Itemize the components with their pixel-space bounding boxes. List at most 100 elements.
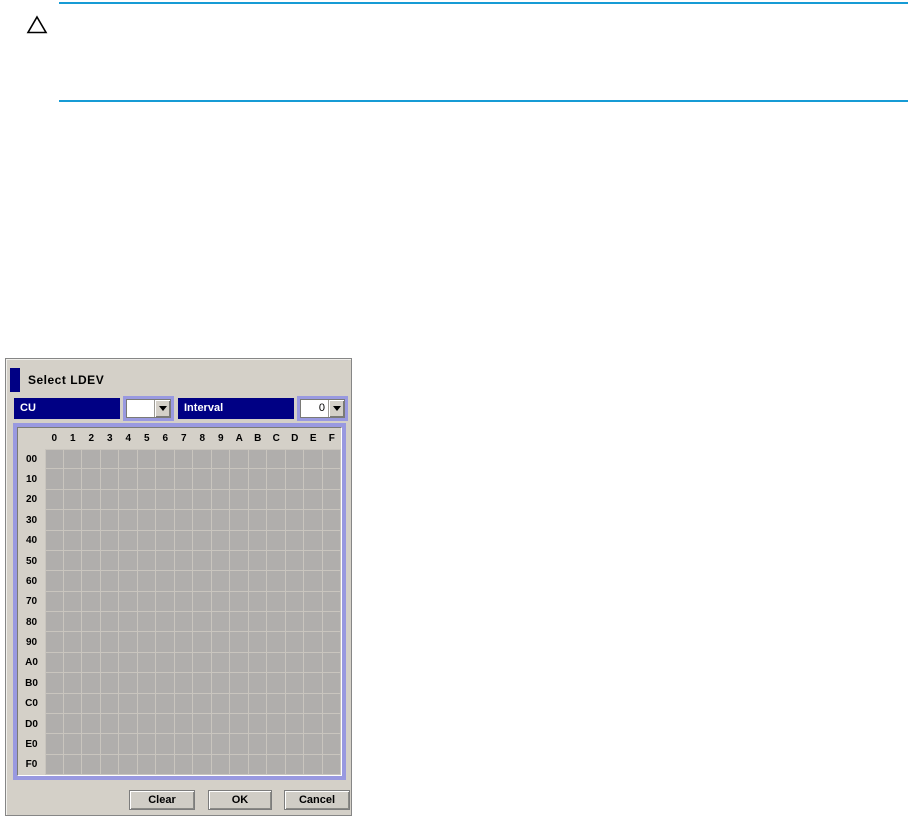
ldev-cell[interactable] <box>304 693 323 714</box>
ldev-cell[interactable] <box>211 612 230 633</box>
ldev-cell[interactable] <box>322 673 341 694</box>
ldev-cell[interactable] <box>174 734 193 755</box>
ldev-cell[interactable] <box>156 734 175 755</box>
ldev-cell[interactable] <box>193 510 212 531</box>
ldev-cell[interactable] <box>248 734 267 755</box>
ldev-cell[interactable] <box>82 754 101 775</box>
ldev-cell[interactable] <box>137 734 156 755</box>
ldev-cell[interactable] <box>100 754 119 775</box>
ldev-cell[interactable] <box>193 734 212 755</box>
ldev-cell[interactable] <box>63 612 82 633</box>
ldev-cell[interactable] <box>156 612 175 633</box>
ldev-cell[interactable] <box>156 510 175 531</box>
ldev-cell[interactable] <box>230 510 249 531</box>
ldev-cell[interactable] <box>304 571 323 592</box>
ldev-cell[interactable] <box>45 530 64 551</box>
ldev-cell[interactable] <box>156 489 175 511</box>
ldev-cell[interactable] <box>193 612 212 633</box>
ldev-cell[interactable] <box>285 571 304 592</box>
ldev-cell[interactable] <box>100 571 119 592</box>
ldev-cell[interactable] <box>45 510 64 531</box>
ldev-cell[interactable] <box>137 550 156 572</box>
ldev-cell[interactable] <box>193 713 212 735</box>
ldev-cell[interactable] <box>211 571 230 592</box>
ldev-cell[interactable] <box>137 673 156 694</box>
cu-dropdown-button[interactable] <box>154 400 170 417</box>
ldev-cell[interactable] <box>63 469 82 490</box>
ldev-cell[interactable] <box>248 713 267 735</box>
ldev-cell[interactable] <box>137 713 156 735</box>
ldev-cell[interactable] <box>304 612 323 633</box>
ldev-cell[interactable] <box>174 754 193 775</box>
ldev-cell[interactable] <box>322 713 341 735</box>
ldev-cell[interactable] <box>285 693 304 714</box>
ldev-cell[interactable] <box>137 469 156 490</box>
ldev-cell[interactable] <box>174 510 193 531</box>
ldev-cell[interactable] <box>137 693 156 714</box>
ldev-cell[interactable] <box>45 449 64 470</box>
ldev-cell[interactable] <box>267 449 286 470</box>
ldev-cell[interactable] <box>267 612 286 633</box>
ldev-cell[interactable] <box>100 489 119 511</box>
ldev-cell[interactable] <box>230 469 249 490</box>
ldev-cell[interactable] <box>230 530 249 551</box>
ldev-cell[interactable] <box>63 734 82 755</box>
ldev-cell[interactable] <box>174 591 193 612</box>
ldev-cell[interactable] <box>304 673 323 694</box>
ldev-cell[interactable] <box>267 510 286 531</box>
ldev-cell[interactable] <box>63 713 82 735</box>
ldev-cell[interactable] <box>100 652 119 674</box>
ldev-cell[interactable] <box>156 571 175 592</box>
ldev-cell[interactable] <box>248 591 267 612</box>
ldev-cell[interactable] <box>174 713 193 735</box>
ldev-cell[interactable] <box>230 673 249 694</box>
ldev-cell[interactable] <box>285 632 304 653</box>
ldev-cell[interactable] <box>119 571 138 592</box>
ldev-cell[interactable] <box>248 754 267 775</box>
ldev-cell[interactable] <box>193 469 212 490</box>
ldev-cell[interactable] <box>82 530 101 551</box>
ldev-cell[interactable] <box>322 632 341 653</box>
ldev-cell[interactable] <box>174 612 193 633</box>
ldev-cell[interactable] <box>156 530 175 551</box>
ldev-cell[interactable] <box>174 530 193 551</box>
ldev-cell[interactable] <box>285 469 304 490</box>
ldev-cell[interactable] <box>45 571 64 592</box>
ldev-cell[interactable] <box>63 489 82 511</box>
ldev-cell[interactable] <box>248 652 267 674</box>
ldev-cell[interactable] <box>211 673 230 694</box>
ldev-cell[interactable] <box>156 713 175 735</box>
interval-dropdown-value[interactable]: 0 <box>301 400 328 417</box>
ldev-cell[interactable] <box>100 591 119 612</box>
ldev-cell[interactable] <box>304 449 323 470</box>
ldev-cell[interactable] <box>267 489 286 511</box>
ldev-cell[interactable] <box>174 469 193 490</box>
ldev-cell[interactable] <box>248 571 267 592</box>
ldev-cell[interactable] <box>119 632 138 653</box>
ldev-cell[interactable] <box>285 673 304 694</box>
ldev-cell[interactable] <box>156 673 175 694</box>
ldev-cell[interactable] <box>211 652 230 674</box>
ldev-cell[interactable] <box>211 489 230 511</box>
ldev-cell[interactable] <box>211 713 230 735</box>
interval-dropdown-button[interactable] <box>328 400 344 417</box>
ldev-cell[interactable] <box>267 652 286 674</box>
ldev-cell[interactable] <box>230 550 249 572</box>
ldev-cell[interactable] <box>248 510 267 531</box>
cu-dropdown-value[interactable] <box>127 400 154 417</box>
ldev-cell[interactable] <box>285 713 304 735</box>
ldev-cell[interactable] <box>100 673 119 694</box>
ldev-cell[interactable] <box>156 652 175 674</box>
ldev-cell[interactable] <box>82 673 101 694</box>
ldev-cell[interactable] <box>63 571 82 592</box>
ldev-cell[interactable] <box>267 550 286 572</box>
ldev-cell[interactable] <box>82 571 101 592</box>
ldev-cell[interactable] <box>82 734 101 755</box>
ldev-cell[interactable] <box>211 550 230 572</box>
ldev-cell[interactable] <box>100 510 119 531</box>
ldev-cell[interactable] <box>156 693 175 714</box>
ldev-cell[interactable] <box>63 591 82 612</box>
interval-dropdown[interactable]: 0 <box>297 396 348 421</box>
ldev-cell[interactable] <box>137 449 156 470</box>
ldev-cell[interactable] <box>119 449 138 470</box>
